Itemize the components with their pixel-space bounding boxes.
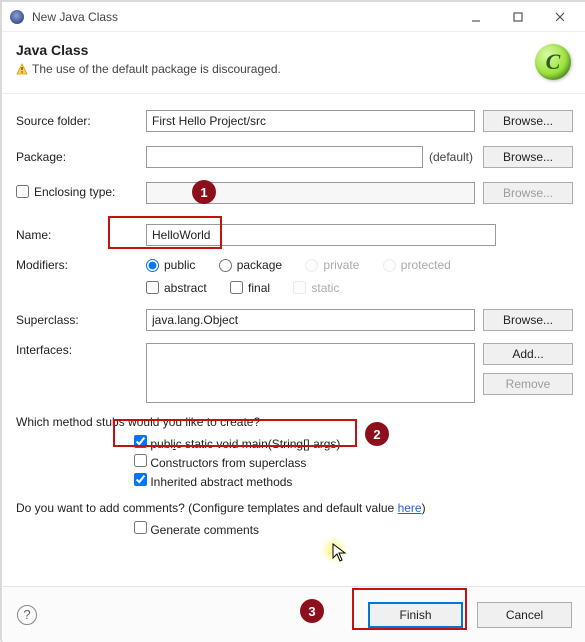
- dialog-header: Java Class The use of the default packag…: [2, 32, 585, 94]
- dialog-heading: Java Class: [16, 42, 527, 58]
- checkbox-final-label: final: [248, 281, 270, 295]
- checkbox-generate-comments[interactable]: Generate comments: [134, 521, 573, 537]
- radio-package-label: package: [237, 258, 282, 272]
- cancel-button[interactable]: Cancel: [477, 602, 572, 628]
- eclipse-icon: [10, 10, 24, 24]
- checkbox-generate-comments-label: Generate comments: [150, 523, 259, 537]
- checkbox-static-label: static: [311, 281, 339, 295]
- label-enclosing-type: Enclosing type:: [34, 185, 115, 199]
- maximize-button[interactable]: [497, 4, 539, 30]
- browse-package-button[interactable]: Browse...: [483, 146, 573, 168]
- package-default-text: (default): [429, 150, 473, 164]
- checkbox-inherited-stub[interactable]: Inherited abstract methods: [134, 473, 573, 489]
- radio-public[interactable]: public: [146, 258, 195, 272]
- source-folder-input[interactable]: [146, 110, 475, 132]
- radio-package[interactable]: package: [219, 258, 282, 272]
- dialog-footer: ? Finish Cancel: [3, 586, 585, 642]
- minimize-button[interactable]: [455, 4, 497, 30]
- enclosing-type-input: [146, 182, 475, 204]
- label-superclass: Superclass:: [16, 313, 138, 327]
- interfaces-list[interactable]: [146, 343, 475, 403]
- cursor-highlight: [320, 536, 348, 564]
- checkbox-main-stub[interactable]: public static void main(String[] args): [134, 435, 573, 451]
- radio-public-label: public: [164, 258, 195, 272]
- comments-question: Do you want to add comments? (Configure …: [16, 501, 573, 515]
- checkbox-static: static: [293, 281, 339, 295]
- label-package: Package:: [16, 150, 138, 164]
- finish-button[interactable]: Finish: [368, 602, 463, 628]
- radio-private-label: private: [323, 258, 359, 272]
- label-modifiers: Modifiers:: [16, 258, 138, 272]
- warning-text: The use of the default package is discou…: [32, 62, 281, 76]
- radio-private: private: [305, 258, 359, 272]
- label-source-folder: Source folder:: [16, 114, 138, 128]
- help-button[interactable]: ?: [17, 605, 37, 625]
- enclosing-type-checkbox[interactable]: Enclosing type:: [16, 185, 115, 199]
- class-icon: C: [535, 44, 571, 80]
- configure-templates-link[interactable]: here: [398, 501, 422, 515]
- radio-protected: protected: [383, 258, 451, 272]
- remove-interface-button: Remove: [483, 373, 573, 395]
- browse-enclosing-button: Browse...: [483, 182, 573, 204]
- checkbox-constructors-stub[interactable]: Constructors from superclass: [134, 454, 573, 470]
- checkbox-constructors-label: Constructors from superclass: [150, 456, 306, 470]
- warning-icon: [16, 63, 28, 75]
- close-button[interactable]: [539, 4, 581, 30]
- label-name: Name:: [16, 228, 138, 242]
- window-titlebar: New Java Class: [2, 2, 585, 32]
- label-interfaces: Interfaces:: [16, 343, 138, 357]
- window-title: New Java Class: [32, 10, 455, 24]
- checkbox-inherited-label: Inherited abstract methods: [150, 475, 292, 489]
- name-input[interactable]: [146, 224, 496, 246]
- cursor-icon: [332, 543, 348, 563]
- add-interface-button[interactable]: Add...: [483, 343, 573, 365]
- superclass-input[interactable]: [146, 309, 475, 331]
- radio-protected-label: protected: [401, 258, 451, 272]
- checkbox-final[interactable]: final: [230, 281, 270, 295]
- browse-source-button[interactable]: Browse...: [483, 110, 573, 132]
- browse-superclass-button[interactable]: Browse...: [483, 309, 573, 331]
- checkbox-main-label: public static void main(String[] args): [150, 437, 340, 451]
- checkbox-abstract-label: abstract: [164, 281, 207, 295]
- stub-question: Which method stubs would you like to cre…: [16, 415, 573, 429]
- package-input[interactable]: [146, 146, 423, 168]
- checkbox-abstract[interactable]: abstract: [146, 281, 207, 295]
